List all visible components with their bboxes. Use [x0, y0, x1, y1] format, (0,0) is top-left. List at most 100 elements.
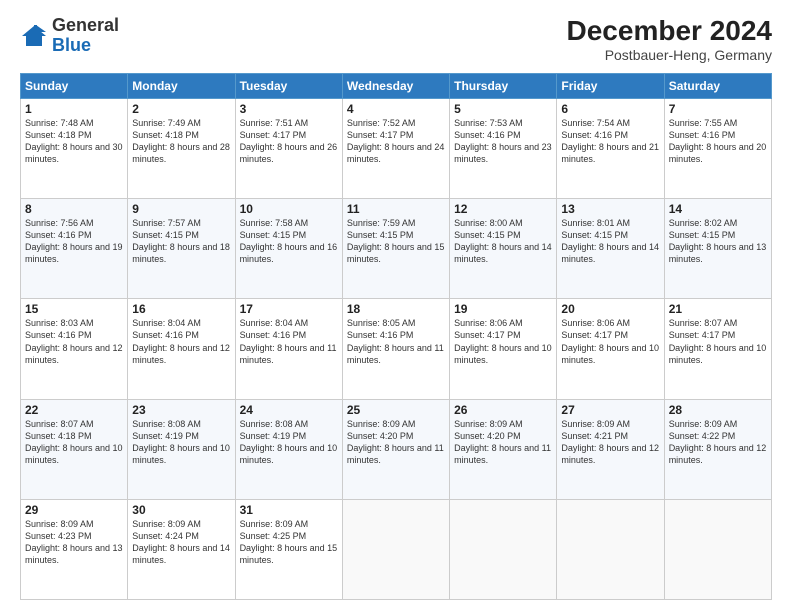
day-info: Sunrise: 7:51 AMSunset: 4:17 PMDaylight:…	[240, 117, 338, 166]
calendar-day-header: Sunday	[21, 73, 128, 98]
calendar-cell: 5Sunrise: 7:53 AMSunset: 4:16 PMDaylight…	[450, 98, 557, 198]
calendar-cell: 30Sunrise: 8:09 AMSunset: 4:24 PMDayligh…	[128, 499, 235, 599]
calendar-cell: 10Sunrise: 7:58 AMSunset: 4:15 PMDayligh…	[235, 199, 342, 299]
day-info: Sunrise: 7:48 AMSunset: 4:18 PMDaylight:…	[25, 117, 123, 166]
day-number: 30	[132, 503, 230, 517]
day-number: 23	[132, 403, 230, 417]
calendar-cell: 21Sunrise: 8:07 AMSunset: 4:17 PMDayligh…	[664, 299, 771, 399]
calendar-cell: 3Sunrise: 7:51 AMSunset: 4:17 PMDaylight…	[235, 98, 342, 198]
calendar-cell	[664, 499, 771, 599]
day-info: Sunrise: 8:08 AMSunset: 4:19 PMDaylight:…	[240, 418, 338, 467]
calendar-cell: 9Sunrise: 7:57 AMSunset: 4:15 PMDaylight…	[128, 199, 235, 299]
day-number: 20	[561, 302, 659, 316]
day-info: Sunrise: 7:52 AMSunset: 4:17 PMDaylight:…	[347, 117, 445, 166]
calendar-day-header: Saturday	[664, 73, 771, 98]
day-info: Sunrise: 7:58 AMSunset: 4:15 PMDaylight:…	[240, 217, 338, 266]
calendar-cell: 22Sunrise: 8:07 AMSunset: 4:18 PMDayligh…	[21, 399, 128, 499]
calendar-cell: 4Sunrise: 7:52 AMSunset: 4:17 PMDaylight…	[342, 98, 449, 198]
calendar-cell: 15Sunrise: 8:03 AMSunset: 4:16 PMDayligh…	[21, 299, 128, 399]
day-info: Sunrise: 8:09 AMSunset: 4:24 PMDaylight:…	[132, 518, 230, 567]
day-number: 24	[240, 403, 338, 417]
day-info: Sunrise: 8:01 AMSunset: 4:15 PMDaylight:…	[561, 217, 659, 266]
day-info: Sunrise: 8:09 AMSunset: 4:21 PMDaylight:…	[561, 418, 659, 467]
calendar-week-row: 22Sunrise: 8:07 AMSunset: 4:18 PMDayligh…	[21, 399, 772, 499]
calendar-cell	[450, 499, 557, 599]
logo: General Blue	[20, 16, 119, 56]
day-info: Sunrise: 7:54 AMSunset: 4:16 PMDaylight:…	[561, 117, 659, 166]
day-info: Sunrise: 8:08 AMSunset: 4:19 PMDaylight:…	[132, 418, 230, 467]
day-number: 4	[347, 102, 445, 116]
day-info: Sunrise: 8:00 AMSunset: 4:15 PMDaylight:…	[454, 217, 552, 266]
page: General Blue December 2024 Postbauer-Hen…	[0, 0, 792, 612]
day-info: Sunrise: 7:49 AMSunset: 4:18 PMDaylight:…	[132, 117, 230, 166]
header: General Blue December 2024 Postbauer-Hen…	[20, 16, 772, 63]
day-info: Sunrise: 7:56 AMSunset: 4:16 PMDaylight:…	[25, 217, 123, 266]
calendar-header-row: SundayMondayTuesdayWednesdayThursdayFrid…	[21, 73, 772, 98]
page-subtitle: Postbauer-Heng, Germany	[567, 47, 772, 63]
day-info: Sunrise: 8:04 AMSunset: 4:16 PMDaylight:…	[132, 317, 230, 366]
calendar-day-header: Monday	[128, 73, 235, 98]
day-info: Sunrise: 8:02 AMSunset: 4:15 PMDaylight:…	[669, 217, 767, 266]
calendar-cell: 17Sunrise: 8:04 AMSunset: 4:16 PMDayligh…	[235, 299, 342, 399]
day-number: 21	[669, 302, 767, 316]
calendar-cell: 16Sunrise: 8:04 AMSunset: 4:16 PMDayligh…	[128, 299, 235, 399]
calendar-week-row: 15Sunrise: 8:03 AMSunset: 4:16 PMDayligh…	[21, 299, 772, 399]
day-number: 27	[561, 403, 659, 417]
day-number: 17	[240, 302, 338, 316]
calendar-cell: 14Sunrise: 8:02 AMSunset: 4:15 PMDayligh…	[664, 199, 771, 299]
day-number: 28	[669, 403, 767, 417]
calendar-week-row: 1Sunrise: 7:48 AMSunset: 4:18 PMDaylight…	[21, 98, 772, 198]
day-number: 12	[454, 202, 552, 216]
day-number: 3	[240, 102, 338, 116]
logo-general: General	[52, 15, 119, 35]
calendar-cell: 31Sunrise: 8:09 AMSunset: 4:25 PMDayligh…	[235, 499, 342, 599]
calendar-cell: 24Sunrise: 8:08 AMSunset: 4:19 PMDayligh…	[235, 399, 342, 499]
calendar-cell: 1Sunrise: 7:48 AMSunset: 4:18 PMDaylight…	[21, 98, 128, 198]
day-number: 11	[347, 202, 445, 216]
day-number: 2	[132, 102, 230, 116]
day-number: 31	[240, 503, 338, 517]
calendar-day-header: Thursday	[450, 73, 557, 98]
day-info: Sunrise: 8:09 AMSunset: 4:23 PMDaylight:…	[25, 518, 123, 567]
calendar-cell: 28Sunrise: 8:09 AMSunset: 4:22 PMDayligh…	[664, 399, 771, 499]
day-number: 19	[454, 302, 552, 316]
day-number: 22	[25, 403, 123, 417]
day-number: 16	[132, 302, 230, 316]
day-number: 14	[669, 202, 767, 216]
calendar-table: SundayMondayTuesdayWednesdayThursdayFrid…	[20, 73, 772, 600]
calendar-cell: 13Sunrise: 8:01 AMSunset: 4:15 PMDayligh…	[557, 199, 664, 299]
calendar-cell: 11Sunrise: 7:59 AMSunset: 4:15 PMDayligh…	[342, 199, 449, 299]
day-info: Sunrise: 8:06 AMSunset: 4:17 PMDaylight:…	[561, 317, 659, 366]
day-info: Sunrise: 8:09 AMSunset: 4:20 PMDaylight:…	[454, 418, 552, 467]
day-number: 13	[561, 202, 659, 216]
calendar-cell: 27Sunrise: 8:09 AMSunset: 4:21 PMDayligh…	[557, 399, 664, 499]
day-number: 8	[25, 202, 123, 216]
calendar-cell: 7Sunrise: 7:55 AMSunset: 4:16 PMDaylight…	[664, 98, 771, 198]
calendar-cell: 18Sunrise: 8:05 AMSunset: 4:16 PMDayligh…	[342, 299, 449, 399]
logo-text: General Blue	[52, 16, 119, 56]
calendar-cell: 19Sunrise: 8:06 AMSunset: 4:17 PMDayligh…	[450, 299, 557, 399]
day-info: Sunrise: 7:59 AMSunset: 4:15 PMDaylight:…	[347, 217, 445, 266]
day-number: 9	[132, 202, 230, 216]
day-info: Sunrise: 8:03 AMSunset: 4:16 PMDaylight:…	[25, 317, 123, 366]
calendar-cell: 12Sunrise: 8:00 AMSunset: 4:15 PMDayligh…	[450, 199, 557, 299]
day-info: Sunrise: 8:09 AMSunset: 4:25 PMDaylight:…	[240, 518, 338, 567]
calendar-cell: 26Sunrise: 8:09 AMSunset: 4:20 PMDayligh…	[450, 399, 557, 499]
calendar-week-row: 29Sunrise: 8:09 AMSunset: 4:23 PMDayligh…	[21, 499, 772, 599]
day-info: Sunrise: 8:06 AMSunset: 4:17 PMDaylight:…	[454, 317, 552, 366]
day-number: 6	[561, 102, 659, 116]
day-number: 5	[454, 102, 552, 116]
calendar-cell: 29Sunrise: 8:09 AMSunset: 4:23 PMDayligh…	[21, 499, 128, 599]
logo-blue: Blue	[52, 35, 91, 55]
day-info: Sunrise: 8:05 AMSunset: 4:16 PMDaylight:…	[347, 317, 445, 366]
day-info: Sunrise: 8:09 AMSunset: 4:22 PMDaylight:…	[669, 418, 767, 467]
calendar-cell: 6Sunrise: 7:54 AMSunset: 4:16 PMDaylight…	[557, 98, 664, 198]
day-info: Sunrise: 8:04 AMSunset: 4:16 PMDaylight:…	[240, 317, 338, 366]
logo-icon	[20, 22, 48, 50]
calendar-day-header: Friday	[557, 73, 664, 98]
day-number: 18	[347, 302, 445, 316]
day-number: 29	[25, 503, 123, 517]
day-number: 25	[347, 403, 445, 417]
day-info: Sunrise: 7:57 AMSunset: 4:15 PMDaylight:…	[132, 217, 230, 266]
calendar-cell	[557, 499, 664, 599]
